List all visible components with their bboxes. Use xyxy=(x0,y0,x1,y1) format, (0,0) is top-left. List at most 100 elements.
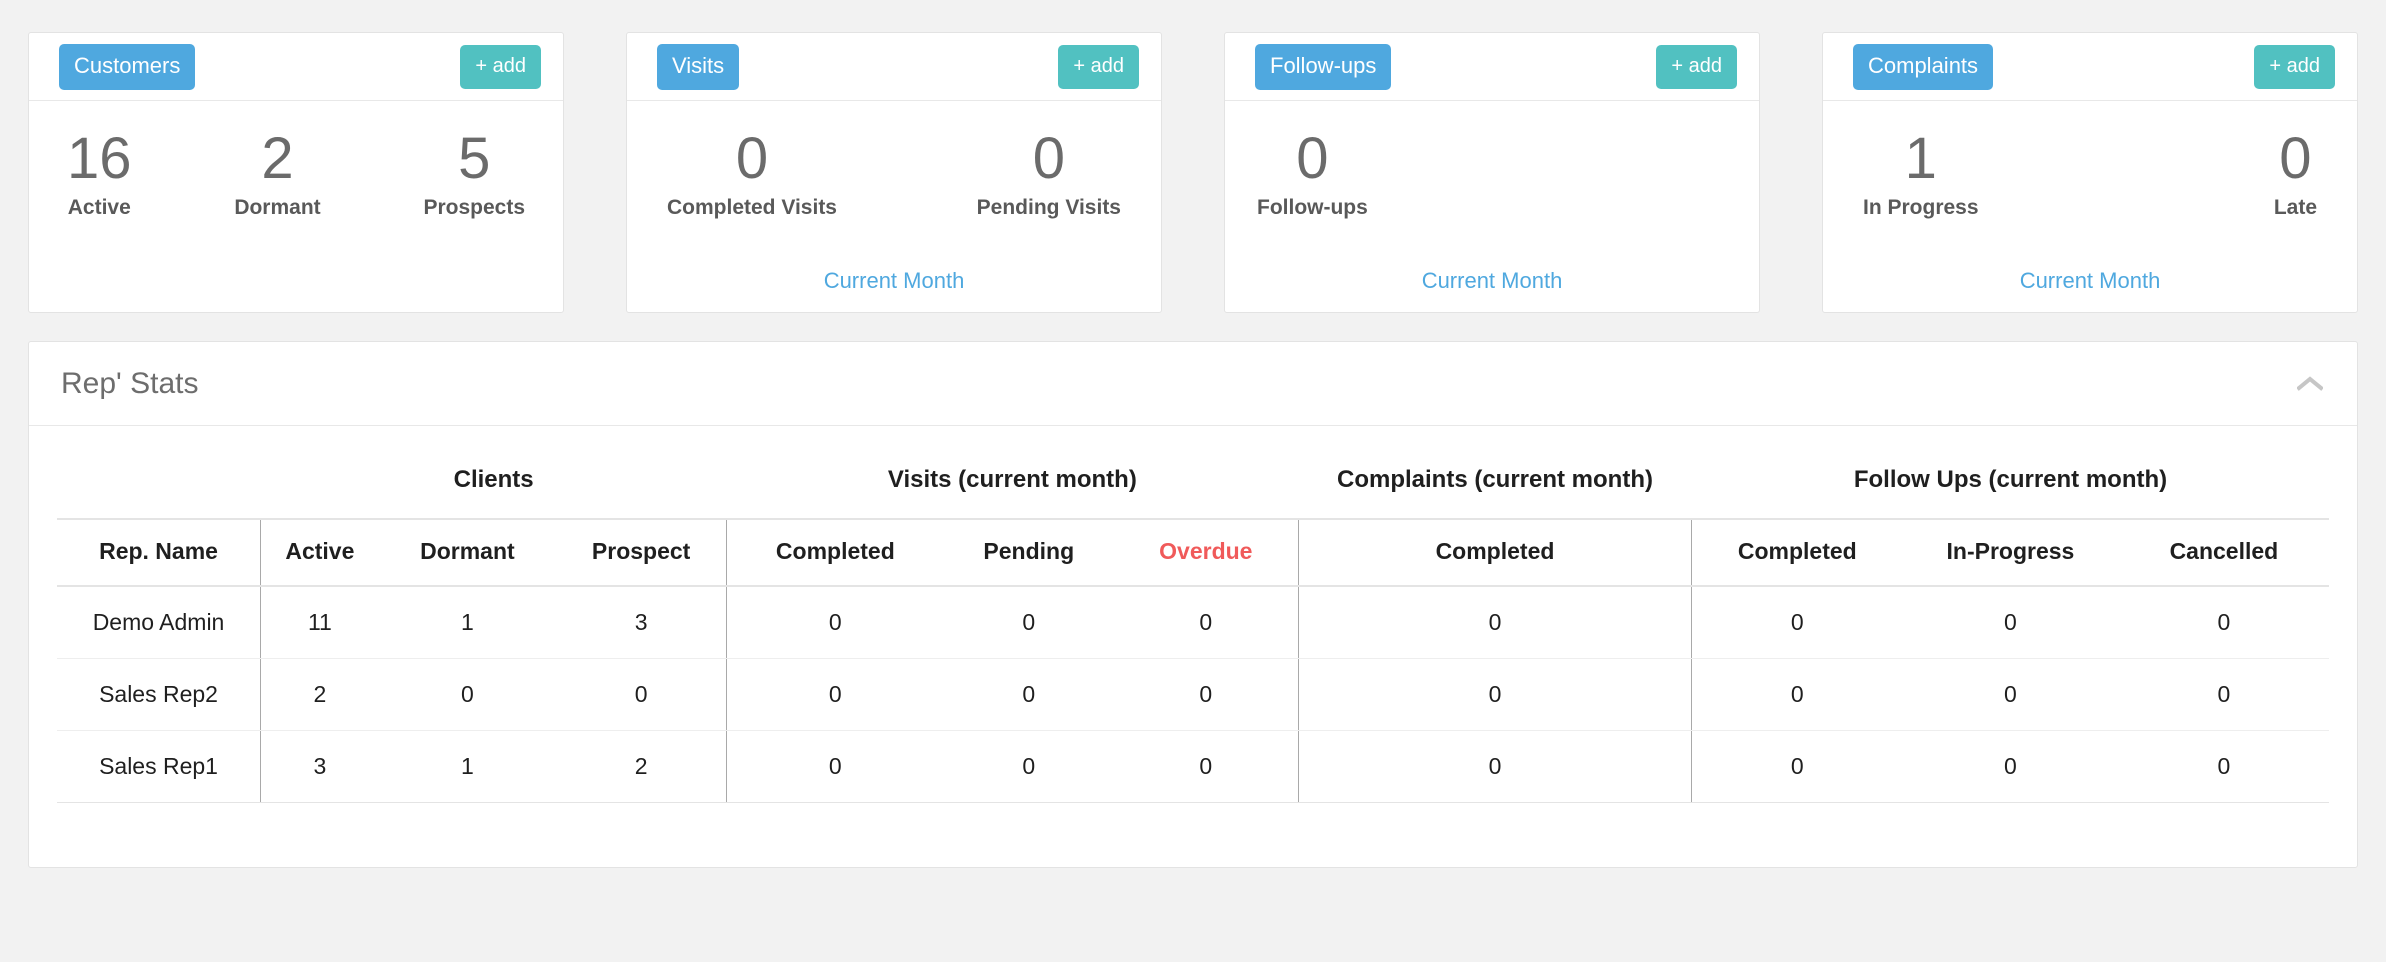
stat-pending-visits: 0 Pending Visits xyxy=(976,126,1121,220)
cell-visits-completed: 0 xyxy=(726,586,944,659)
cell-rep-name: Sales Rep1 xyxy=(57,730,261,803)
cell-clients-active: 2 xyxy=(260,658,379,731)
card-body: 1 In Progress 0 Late Current Month xyxy=(1823,101,2357,312)
cell-followups-completed: 0 xyxy=(1691,658,1903,731)
table-group-header-row: Clients Visits (current month) Complaint… xyxy=(57,460,2329,519)
stat-value: 0 xyxy=(1296,126,1329,191)
col-followups-cancelled[interactable]: Cancelled xyxy=(2118,518,2329,587)
table-column-header-row: Rep. Name Active Dormant Prospect Comple… xyxy=(57,518,2329,587)
group-header-followups: Follow Ups (current month) xyxy=(1853,466,2168,493)
table-body: Demo Admin 11 1 3 0 0 0 0 0 0 0 Sales Re… xyxy=(57,586,2329,803)
cell-followups-completed: 0 xyxy=(1691,730,1903,803)
cell-clients-dormant: 0 xyxy=(378,658,557,731)
stat-label: Pending Visits xyxy=(976,195,1121,219)
kpi-card-customers: Customers + add 16 Active 2 Dormant 5 Pr… xyxy=(28,32,564,313)
customers-badge-button[interactable]: Customers xyxy=(59,43,196,90)
cell-followups-inprogress: 0 xyxy=(1902,658,2119,731)
cell-followups-inprogress: 0 xyxy=(1902,730,2119,803)
card-header: Complaints + add xyxy=(1823,33,2357,101)
col-complaints-completed[interactable]: Completed xyxy=(1297,518,1692,587)
card-body: 0 Completed Visits 0 Pending Visits Curr… xyxy=(627,101,1161,312)
cell-clients-prospect: 3 xyxy=(556,586,727,659)
table-row[interactable]: Demo Admin 11 1 3 0 0 0 0 0 0 0 xyxy=(57,586,2329,659)
rep-stats-table: Clients Visits (current month) Complaint… xyxy=(57,460,2329,803)
cell-followups-completed: 0 xyxy=(1691,586,1903,659)
stat-prospects: 5 Prospects xyxy=(423,126,525,220)
cell-followups-inprogress: 0 xyxy=(1902,586,2119,659)
kpi-card-row: Customers + add 16 Active 2 Dormant 5 Pr… xyxy=(28,32,2358,313)
followups-badge-button[interactable]: Follow-ups xyxy=(1255,43,1392,90)
cell-clients-active: 11 xyxy=(260,586,379,659)
cell-visits-overdue: 0 xyxy=(1114,730,1298,803)
add-visit-button[interactable]: + add xyxy=(1058,44,1139,89)
card-body: 0 Follow-ups Current Month xyxy=(1225,101,1759,312)
stats-group: 0 Follow-ups xyxy=(1255,126,1729,220)
add-complaint-button[interactable]: + add xyxy=(2254,44,2335,89)
stat-value: 0 xyxy=(2279,126,2312,191)
chevron-up-icon[interactable] xyxy=(2293,367,2327,401)
stat-label: In Progress xyxy=(1863,195,1979,219)
stat-label: Late xyxy=(2273,195,2317,219)
dashboard-page: Customers + add 16 Active 2 Dormant 5 Pr… xyxy=(0,0,2386,962)
stat-label: Dormant xyxy=(234,195,321,219)
add-customer-button[interactable]: + add xyxy=(460,44,541,89)
cell-followups-cancelled: 0 xyxy=(2118,730,2329,803)
stat-dormant: 2 Dormant xyxy=(234,126,321,220)
stat-late: 0 Late xyxy=(2273,126,2317,220)
kpi-card-followups: Follow-ups + add 0 Follow-ups Current Mo… xyxy=(1224,32,1760,313)
col-visits-pending[interactable]: Pending xyxy=(943,518,1115,587)
stat-completed-visits: 0 Completed Visits xyxy=(667,128,837,220)
card-header: Visits + add xyxy=(627,33,1161,101)
cell-followups-cancelled: 0 xyxy=(2118,586,2329,659)
current-month-link[interactable]: Current Month xyxy=(627,268,1161,294)
cell-visits-pending: 0 xyxy=(943,730,1115,803)
group-header-clients: Clients xyxy=(453,466,534,493)
add-followup-button[interactable]: + add xyxy=(1656,44,1737,89)
cell-visits-overdue: 0 xyxy=(1114,658,1298,731)
stats-group: 1 In Progress 0 Late xyxy=(1853,126,2327,220)
col-clients-prospect[interactable]: Prospect xyxy=(556,518,727,587)
card-body: 16 Active 2 Dormant 5 Prospects xyxy=(29,101,563,312)
panel-body: Clients Visits (current month) Complaint… xyxy=(29,426,2357,867)
cell-followups-cancelled: 0 xyxy=(2118,658,2329,731)
card-header: Customers + add xyxy=(29,33,563,101)
cell-clients-active: 3 xyxy=(260,730,379,803)
stats-group: 0 Completed Visits 0 Pending Visits xyxy=(657,126,1131,220)
visits-badge-button[interactable]: Visits xyxy=(657,43,740,90)
cell-visits-completed: 0 xyxy=(726,730,944,803)
panel-header: Rep' Stats xyxy=(29,342,2357,426)
stat-label: Prospects xyxy=(423,195,525,219)
col-rep-name[interactable]: Rep. Name xyxy=(57,518,261,587)
col-followups-inprogress[interactable]: In-Progress xyxy=(1902,518,2119,587)
cell-clients-prospect: 0 xyxy=(556,658,727,731)
table-row[interactable]: Sales Rep2 2 0 0 0 0 0 0 0 0 0 xyxy=(57,658,2329,731)
stat-active: 16 Active xyxy=(67,126,132,220)
table-row[interactable]: Sales Rep1 3 1 2 0 0 0 0 0 0 0 xyxy=(57,730,2329,803)
kpi-card-complaints: Complaints + add 1 In Progress 0 Late Cu… xyxy=(1822,32,2358,313)
current-month-link[interactable]: Current Month xyxy=(1823,268,2357,294)
cell-visits-overdue: 0 xyxy=(1114,586,1298,659)
rep-stats-panel: Rep' Stats Clients Visits (current month… xyxy=(28,341,2358,868)
card-header: Follow-ups + add xyxy=(1225,33,1759,101)
col-visits-overdue[interactable]: Overdue xyxy=(1114,518,1298,587)
col-followups-completed[interactable]: Completed xyxy=(1691,518,1903,587)
stat-value: 2 xyxy=(261,126,294,191)
cell-visits-pending: 0 xyxy=(943,658,1115,731)
cell-visits-pending: 0 xyxy=(943,586,1115,659)
group-header-visits: Visits (current month) xyxy=(887,466,1137,493)
complaints-badge-button[interactable]: Complaints xyxy=(1853,43,1994,90)
col-visits-completed[interactable]: Completed xyxy=(726,518,944,587)
cell-rep-name: Demo Admin xyxy=(57,586,261,659)
col-clients-dormant[interactable]: Dormant xyxy=(378,518,557,587)
current-month-link[interactable]: Current Month xyxy=(1225,268,1759,294)
col-clients-active[interactable]: Active xyxy=(260,518,379,587)
cell-rep-name: Sales Rep2 xyxy=(57,658,261,731)
cell-visits-completed: 0 xyxy=(726,658,944,731)
stat-label: Follow-ups xyxy=(1257,195,1368,219)
stat-value: 5 xyxy=(458,126,491,191)
stat-value: 16 xyxy=(67,126,132,191)
kpi-card-visits: Visits + add 0 Completed Visits 0 Pendin… xyxy=(626,32,1162,313)
stat-followups: 0 Follow-ups xyxy=(1257,126,1368,220)
stat-value: 0 xyxy=(1032,126,1065,191)
cell-clients-dormant: 1 xyxy=(378,730,557,803)
